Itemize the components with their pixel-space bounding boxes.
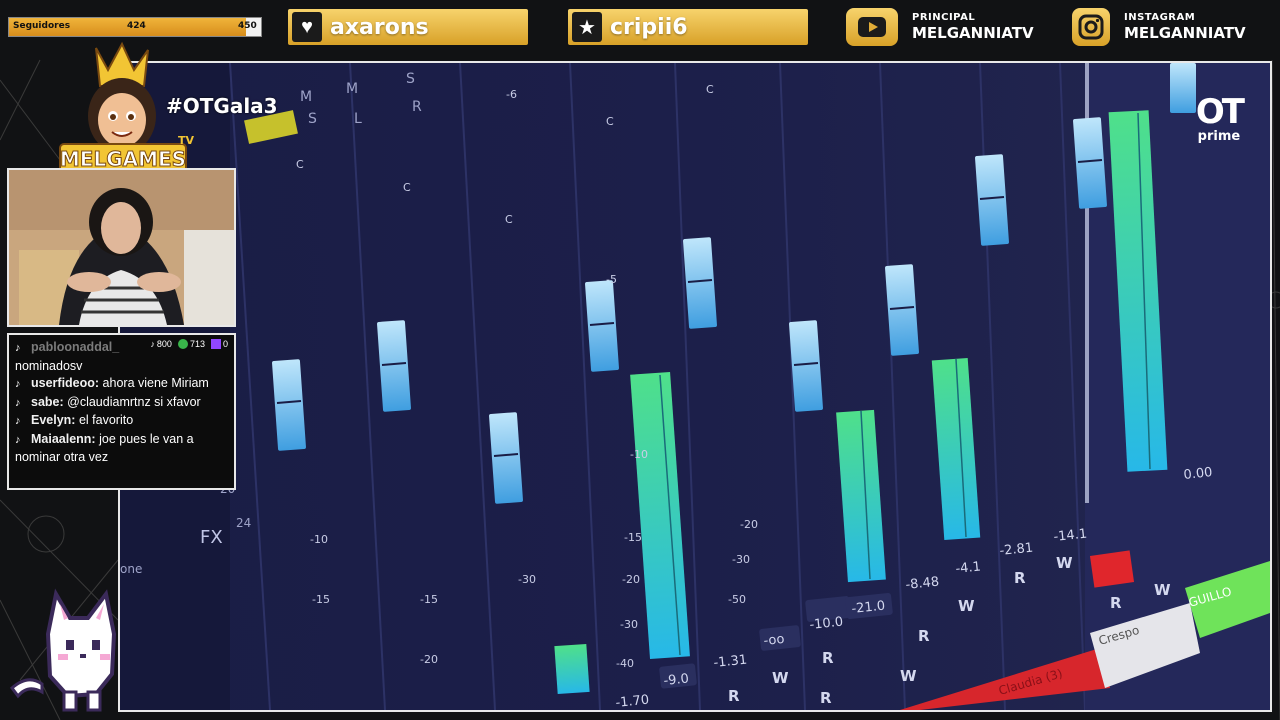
prime-logo-text: prime (1197, 129, 1241, 144)
readout: -9.0 (663, 671, 690, 689)
star-icon: ★ (572, 12, 602, 42)
readout: -10.0 (809, 615, 844, 633)
recent-follower-name: axarons (330, 14, 429, 40)
chat-stats: ♪ 800 713 0 (150, 339, 228, 349)
channel-label: GUILLO (1187, 584, 1233, 610)
mixer-readouts: -9.0 -1.31 -oo -10.0 -21.0 -8.48 -4.1 -2… (615, 465, 1233, 710)
readout: -1.70 (615, 693, 650, 710)
readout: -4.1 (955, 559, 982, 577)
instagram-label: INSTAGRAM (1124, 12, 1196, 23)
ot-prime-logo: OT prime (1195, 92, 1245, 144)
xbox-count: 713 (189, 339, 205, 349)
tiktok-icon: ♪ (15, 415, 21, 427)
readout: 0.00 (1183, 465, 1213, 483)
chat-text: el favorito (78, 413, 134, 427)
readout: -2.81 (999, 541, 1034, 559)
xbox-icon (177, 339, 188, 349)
followers-goal: 450 (238, 21, 257, 31)
tiktok-icon: ♪ (150, 339, 155, 349)
chat-text: ahora viene Miriam (102, 376, 209, 390)
pixel-cat-mascot (9, 588, 117, 712)
readout: -oo (763, 632, 785, 649)
chat-username: Evelyn: (31, 413, 76, 427)
readout: -8.48 (905, 575, 940, 593)
chat-username: Maiaalenn: (31, 431, 96, 446)
heart-icon: ♥ (292, 12, 322, 42)
readout: -14.1 (1053, 527, 1088, 545)
followers-goal-bar: Seguidores 424 450 (8, 17, 262, 37)
youtube-social: PRINCIPAL MELGANNIATV (846, 8, 1034, 46)
channel-label: Crespo (1097, 623, 1141, 648)
youtube-icon (846, 8, 898, 46)
recent-sub-name: cripii6 (610, 14, 688, 40)
tiktok-icon: ♪ (15, 378, 21, 390)
chat-text: @claudiamrtnz si xfavor (67, 394, 201, 409)
youtube-handle: MELGANNIATV (912, 24, 1034, 42)
followers-current: 424 (127, 21, 146, 31)
tiktok-icon: ♪ (15, 433, 21, 446)
instagram-icon (1072, 8, 1110, 46)
tiktok-count: 800 (156, 339, 172, 349)
chat-message: ♪ Maiaalenn: joe pues le van a nominar ot… (15, 431, 228, 467)
tiktok-icon: ♪ (15, 396, 21, 409)
twitch-count: 0 (222, 339, 228, 349)
chat-panel: ♪ pabloonaddal_ nominadosv ♪ userfideoo: ah… (7, 333, 236, 490)
readout: -21.0 (851, 599, 886, 617)
chat-messages: ♪ pabloonaddal_ nominadosv ♪ userfideoo: ah… (15, 339, 228, 467)
chat-username: userfideoo: (31, 376, 100, 390)
followers-label: Seguidores (13, 21, 71, 31)
ot-logo-text: OT (1195, 92, 1245, 132)
chat-message: ♪ Evelyn: el favorito (15, 412, 228, 431)
stream-video: CCC CC -6 -5 -10 -15 -20 -30 -40 -10 -15 -15 -2… (118, 61, 1272, 712)
webcam-feed (7, 168, 236, 327)
chat-message: ♪ sabe: @claudiamrtnz si xfavor (15, 394, 228, 413)
stream-hashtag: #OTGala3 (166, 94, 278, 118)
tiktok-icon: ♪ (15, 342, 21, 354)
chat-message: ♪ userfideoo: ahora viene Miriam (15, 375, 228, 394)
youtube-label: PRINCIPAL (912, 12, 976, 23)
chat-username: pabloonaddal_ (31, 340, 120, 354)
chat-username: sabe: (31, 394, 64, 409)
chat-text: nominadosv (15, 358, 83, 373)
twitch-icon (210, 339, 221, 349)
recent-follower-tag: ♥ axarons (288, 9, 528, 45)
instagram-social: INSTAGRAM MELGANNIATV (1072, 8, 1246, 46)
readout: -1.31 (713, 653, 748, 671)
instagram-handle: MELGANNIATV (1124, 24, 1246, 42)
channel-label: Claudia (3) (997, 666, 1064, 698)
recent-sub-tag: ★ cripii6 (568, 9, 808, 45)
logo-tv-text: TV (178, 134, 194, 147)
